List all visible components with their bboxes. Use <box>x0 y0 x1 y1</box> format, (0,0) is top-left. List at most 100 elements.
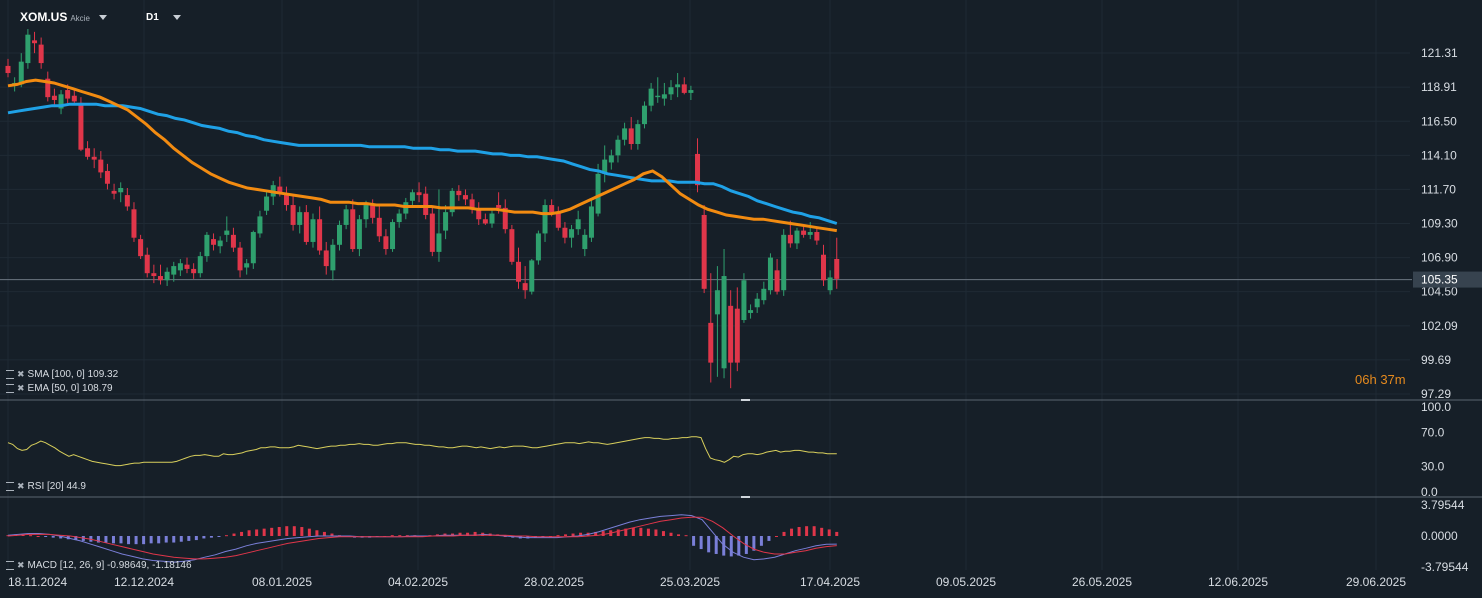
x-tick-label: 04.02.2025 <box>388 575 448 589</box>
candle-body <box>51 95 57 100</box>
candle-body <box>317 219 323 251</box>
candle-body <box>569 229 575 238</box>
candle <box>807 222 813 240</box>
candle <box>436 189 442 262</box>
legend-sma[interactable]: ✖ SMA [100, 0] 109.32 <box>6 369 118 380</box>
candle <box>383 229 389 255</box>
macd-bar <box>767 536 771 541</box>
candle-body <box>681 84 687 93</box>
candle <box>403 197 409 220</box>
candle-body <box>562 227 568 238</box>
chart-canvas[interactable]: 121.31 118.91 116.50 114.10 111.70 109.30 106.… <box>0 0 1482 598</box>
legend-macd-value: -0.98649, -1.18146 <box>107 560 192 571</box>
candle <box>396 209 402 228</box>
chevron-down-icon <box>98 15 107 21</box>
macd-bar <box>187 536 191 541</box>
candle <box>283 186 289 211</box>
candle <box>131 202 137 242</box>
macd-bar <box>104 536 108 543</box>
candle <box>356 214 362 257</box>
candle-body <box>801 230 807 235</box>
candle <box>509 224 515 265</box>
timer-hours: 06 <box>1355 372 1370 387</box>
macd-tick-label: 3.79544 <box>1421 498 1465 512</box>
macd-bar <box>654 529 658 536</box>
candle <box>323 241 329 275</box>
legend-macd[interactable]: ✖ MACD [12, 26, 9] -0.98649, -1.18146 <box>6 560 192 571</box>
macd-bar <box>157 536 161 544</box>
settings-icon[interactable] <box>6 369 14 379</box>
candle <box>681 77 687 95</box>
candle-body <box>728 305 734 363</box>
candle <box>343 205 349 230</box>
candle-body <box>290 205 296 225</box>
candle <box>25 29 31 69</box>
legend-rsi-name: RSI [20] <box>27 481 64 492</box>
candle <box>104 163 110 190</box>
candle <box>111 183 117 200</box>
settings-icon[interactable] <box>6 481 14 491</box>
candle-body <box>595 173 601 214</box>
close-icon[interactable]: ✖ <box>17 481 25 491</box>
close-icon[interactable]: ✖ <box>17 369 25 379</box>
candle-body <box>661 94 667 99</box>
symbol-selector[interactable]: XOM.US Akcie <box>20 10 107 24</box>
macd-bar <box>616 529 620 536</box>
candle <box>602 145 608 183</box>
macd-bar <box>812 526 816 536</box>
candle-body <box>708 322 714 363</box>
candle <box>144 247 150 278</box>
legend-rsi[interactable]: ✖ RSI [20] 44.9 <box>6 481 86 492</box>
close-icon[interactable]: ✖ <box>17 560 25 570</box>
candle-body <box>323 250 329 267</box>
rsi-tick-label: 100.0 <box>1421 400 1451 414</box>
candle <box>781 229 787 296</box>
candle-body <box>191 268 197 274</box>
candle <box>191 263 197 279</box>
candle <box>211 233 217 251</box>
macd-bar <box>209 536 213 538</box>
candle-body <box>542 205 548 234</box>
candle <box>197 251 203 278</box>
macd-bar <box>564 534 568 536</box>
candle-body <box>588 206 594 238</box>
candle-body <box>767 257 773 291</box>
candle-body <box>754 298 760 308</box>
macd-bar <box>149 536 153 544</box>
symbol-label: XOM.US <box>20 10 68 24</box>
candle <box>655 77 661 103</box>
macd-bar <box>119 536 123 544</box>
candle <box>741 273 747 323</box>
candle-body <box>230 234 236 248</box>
macd-tick-label: -3.79544 <box>1421 560 1469 574</box>
candle-body <box>496 205 502 208</box>
macd-bar <box>172 536 176 543</box>
macd-bar <box>707 536 711 553</box>
candle <box>456 185 462 201</box>
macd-bar <box>827 529 831 536</box>
candle-body <box>18 61 24 85</box>
candle-body <box>834 258 840 279</box>
candle-body <box>641 105 647 125</box>
settings-icon[interactable] <box>6 383 14 393</box>
close-icon[interactable]: ✖ <box>17 383 25 393</box>
x-tick-label: 28.02.2025 <box>524 575 584 589</box>
candle-body <box>65 90 71 99</box>
candle-body <box>396 213 402 223</box>
macd-bar <box>142 536 146 545</box>
candle <box>734 287 740 372</box>
legend-ema[interactable]: ✖ EMA [50, 0] 108.79 <box>6 383 113 394</box>
candle <box>151 264 157 284</box>
candle-body <box>164 271 170 281</box>
price-tick-label: 106.90 <box>1421 251 1458 265</box>
candle-body <box>748 310 754 313</box>
candle-body <box>675 84 681 88</box>
price-tick-label: 97.29 <box>1421 387 1451 401</box>
x-tick-label: 18.11.2024 <box>8 575 67 589</box>
candle <box>575 210 581 235</box>
interval-selector[interactable]: D1 <box>146 12 181 23</box>
candle <box>761 281 767 305</box>
macd-bar <box>774 536 778 537</box>
candle <box>164 267 170 286</box>
settings-icon[interactable] <box>6 560 14 570</box>
